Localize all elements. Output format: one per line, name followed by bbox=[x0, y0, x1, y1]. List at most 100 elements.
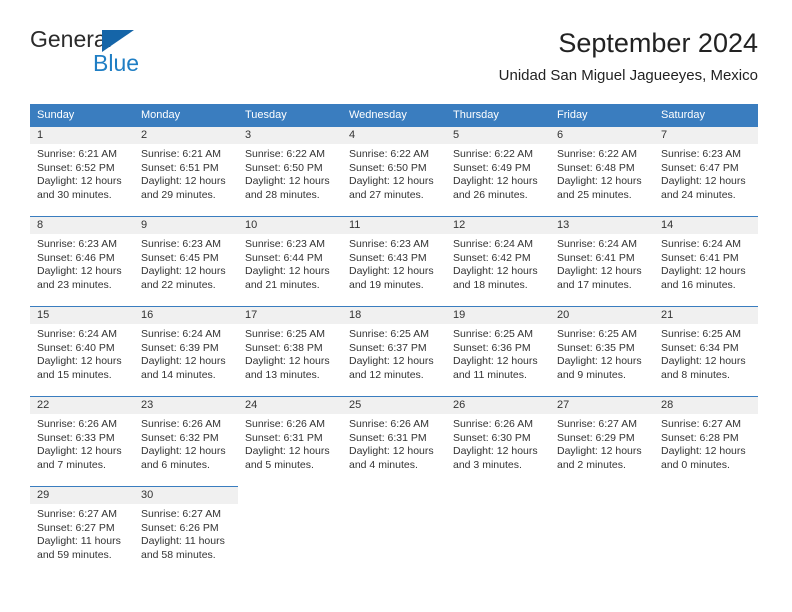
page-header: General Blue September 2024 Unidad San M… bbox=[30, 26, 758, 96]
day-number: 11 bbox=[342, 217, 446, 234]
day-cell[interactable]: 8 Sunrise: 6:23 AM Sunset: 6:46 PM Dayli… bbox=[30, 216, 134, 306]
day-cell[interactable]: 22 Sunrise: 6:26 AM Sunset: 6:33 PM Dayl… bbox=[30, 396, 134, 486]
title-block: September 2024 Unidad San Miguel Jagueey… bbox=[499, 26, 758, 85]
weekday-header-friday: Friday bbox=[550, 104, 654, 126]
day-details: Sunrise: 6:26 AM Sunset: 6:31 PM Dayligh… bbox=[342, 414, 446, 472]
day-number: 24 bbox=[238, 397, 342, 414]
day-cell[interactable]: 16 Sunrise: 6:24 AM Sunset: 6:39 PM Dayl… bbox=[134, 306, 238, 396]
day-cell[interactable]: 19 Sunrise: 6:25 AM Sunset: 6:36 PM Dayl… bbox=[446, 306, 550, 396]
day-cell[interactable]: 11 Sunrise: 6:23 AM Sunset: 6:43 PM Dayl… bbox=[342, 216, 446, 306]
day-cell[interactable]: 5 Sunrise: 6:22 AM Sunset: 6:49 PM Dayli… bbox=[446, 126, 550, 216]
daylight-text-line1: Daylight: 12 hours bbox=[661, 355, 746, 367]
sunset-text: Sunset: 6:48 PM bbox=[557, 161, 635, 174]
day-cell[interactable]: 1 Sunrise: 6:21 AM Sunset: 6:52 PM Dayli… bbox=[30, 126, 134, 216]
day-cell[interactable]: 27 Sunrise: 6:27 AM Sunset: 6:29 PM Dayl… bbox=[550, 396, 654, 486]
sunset-text: Sunset: 6:37 PM bbox=[349, 341, 427, 354]
daylight-text-line1: Daylight: 12 hours bbox=[453, 175, 538, 187]
day-number: 25 bbox=[342, 397, 446, 414]
day-cell[interactable]: 4 Sunrise: 6:22 AM Sunset: 6:50 PM Dayli… bbox=[342, 126, 446, 216]
daylight-text-line2: and 15 minutes. bbox=[37, 368, 112, 381]
daylight-text-line1: Daylight: 12 hours bbox=[661, 445, 746, 457]
daylight-text-line2: and 2 minutes. bbox=[557, 458, 626, 471]
day-number: 27 bbox=[550, 397, 654, 414]
sunset-text: Sunset: 6:47 PM bbox=[661, 161, 739, 174]
day-cell[interactable]: 29 Sunrise: 6:27 AM Sunset: 6:27 PM Dayl… bbox=[30, 486, 134, 576]
day-number: 17 bbox=[238, 307, 342, 324]
day-number: 1 bbox=[30, 127, 134, 144]
day-details: Sunrise: 6:21 AM Sunset: 6:51 PM Dayligh… bbox=[134, 144, 238, 202]
day-cell[interactable]: 30 Sunrise: 6:27 AM Sunset: 6:26 PM Dayl… bbox=[134, 486, 238, 576]
day-number: 12 bbox=[446, 217, 550, 234]
sunrise-text: Sunrise: 6:25 AM bbox=[245, 328, 325, 340]
sunset-text: Sunset: 6:35 PM bbox=[557, 341, 635, 354]
daylight-text-line2: and 23 minutes. bbox=[37, 278, 112, 291]
sunset-text: Sunset: 6:31 PM bbox=[245, 431, 323, 444]
day-cell[interactable]: 10 Sunrise: 6:23 AM Sunset: 6:44 PM Dayl… bbox=[238, 216, 342, 306]
weekday-header-wednesday: Wednesday bbox=[342, 104, 446, 126]
daylight-text-line2: and 18 minutes. bbox=[453, 278, 528, 291]
daylight-text-line2: and 0 minutes. bbox=[661, 458, 730, 471]
sunset-text: Sunset: 6:42 PM bbox=[453, 251, 531, 264]
day-cell-empty bbox=[446, 486, 550, 576]
day-cell[interactable]: 2 Sunrise: 6:21 AM Sunset: 6:51 PM Dayli… bbox=[134, 126, 238, 216]
sunset-text: Sunset: 6:46 PM bbox=[37, 251, 115, 264]
day-cell[interactable]: 13 Sunrise: 6:24 AM Sunset: 6:41 PM Dayl… bbox=[550, 216, 654, 306]
daylight-text-line1: Daylight: 12 hours bbox=[349, 355, 434, 367]
day-cell[interactable]: 14 Sunrise: 6:24 AM Sunset: 6:41 PM Dayl… bbox=[654, 216, 758, 306]
daylight-text-line1: Daylight: 12 hours bbox=[141, 175, 226, 187]
day-cell[interactable]: 20 Sunrise: 6:25 AM Sunset: 6:35 PM Dayl… bbox=[550, 306, 654, 396]
sunrise-text: Sunrise: 6:26 AM bbox=[37, 418, 117, 430]
day-cell[interactable]: 9 Sunrise: 6:23 AM Sunset: 6:45 PM Dayli… bbox=[134, 216, 238, 306]
sunset-text: Sunset: 6:43 PM bbox=[349, 251, 427, 264]
daylight-text-line1: Daylight: 12 hours bbox=[453, 445, 538, 457]
general-blue-logo: General Blue bbox=[30, 26, 210, 82]
day-number: 6 bbox=[550, 127, 654, 144]
weekday-header-sunday: Sunday bbox=[30, 104, 134, 126]
daylight-text-line2: and 11 minutes. bbox=[453, 368, 527, 381]
day-number: 3 bbox=[238, 127, 342, 144]
page-subtitle: Unidad San Miguel Jagueeyes, Mexico bbox=[498, 67, 758, 84]
day-cell[interactable]: 3 Sunrise: 6:22 AM Sunset: 6:50 PM Dayli… bbox=[238, 126, 342, 216]
sunset-text: Sunset: 6:50 PM bbox=[349, 161, 427, 174]
day-number: 10 bbox=[238, 217, 342, 234]
sunset-text: Sunset: 6:51 PM bbox=[141, 161, 219, 174]
day-cell[interactable]: 21 Sunrise: 6:25 AM Sunset: 6:34 PM Dayl… bbox=[654, 306, 758, 396]
sunset-text: Sunset: 6:27 PM bbox=[37, 521, 115, 534]
day-cell[interactable]: 17 Sunrise: 6:25 AM Sunset: 6:38 PM Dayl… bbox=[238, 306, 342, 396]
daylight-text-line1: Daylight: 12 hours bbox=[349, 175, 434, 187]
daylight-text-line2: and 14 minutes. bbox=[141, 368, 216, 381]
day-cell[interactable]: 15 Sunrise: 6:24 AM Sunset: 6:40 PM Dayl… bbox=[30, 306, 134, 396]
sunset-text: Sunset: 6:34 PM bbox=[661, 341, 739, 354]
daylight-text-line2: and 13 minutes. bbox=[245, 368, 320, 381]
day-cell-empty bbox=[342, 486, 446, 576]
day-details: Sunrise: 6:24 AM Sunset: 6:41 PM Dayligh… bbox=[654, 234, 758, 292]
day-cell[interactable]: 23 Sunrise: 6:26 AM Sunset: 6:32 PM Dayl… bbox=[134, 396, 238, 486]
day-cell[interactable]: 7 Sunrise: 6:23 AM Sunset: 6:47 PM Dayli… bbox=[654, 126, 758, 216]
daylight-text-line2: and 21 minutes. bbox=[245, 278, 320, 291]
daylight-text-line2: and 7 minutes. bbox=[37, 458, 106, 471]
day-details: Sunrise: 6:27 AM Sunset: 6:27 PM Dayligh… bbox=[30, 504, 134, 562]
logo-text-general: General bbox=[30, 26, 112, 52]
week-row: 1 Sunrise: 6:21 AM Sunset: 6:52 PM Dayli… bbox=[30, 126, 758, 216]
sunrise-text: Sunrise: 6:25 AM bbox=[349, 328, 429, 340]
day-number bbox=[238, 487, 342, 504]
day-cell[interactable]: 25 Sunrise: 6:26 AM Sunset: 6:31 PM Dayl… bbox=[342, 396, 446, 486]
weekday-header-thursday: Thursday bbox=[446, 104, 550, 126]
sunrise-text: Sunrise: 6:27 AM bbox=[37, 508, 117, 520]
daylight-text-line1: Daylight: 12 hours bbox=[557, 355, 642, 367]
sunset-text: Sunset: 6:29 PM bbox=[557, 431, 635, 444]
day-details: Sunrise: 6:25 AM Sunset: 6:38 PM Dayligh… bbox=[238, 324, 342, 382]
day-cell[interactable]: 12 Sunrise: 6:24 AM Sunset: 6:42 PM Dayl… bbox=[446, 216, 550, 306]
sunset-text: Sunset: 6:40 PM bbox=[37, 341, 115, 354]
sunrise-text: Sunrise: 6:26 AM bbox=[141, 418, 221, 430]
day-cell[interactable]: 6 Sunrise: 6:22 AM Sunset: 6:48 PM Dayli… bbox=[550, 126, 654, 216]
day-cell[interactable]: 26 Sunrise: 6:26 AM Sunset: 6:30 PM Dayl… bbox=[446, 396, 550, 486]
day-cell[interactable]: 24 Sunrise: 6:26 AM Sunset: 6:31 PM Dayl… bbox=[238, 396, 342, 486]
day-cell[interactable]: 28 Sunrise: 6:27 AM Sunset: 6:28 PM Dayl… bbox=[654, 396, 758, 486]
daylight-text-line2: and 58 minutes. bbox=[141, 548, 216, 561]
day-number: 30 bbox=[134, 487, 238, 504]
sunrise-text: Sunrise: 6:23 AM bbox=[245, 238, 325, 250]
day-cell[interactable]: 18 Sunrise: 6:25 AM Sunset: 6:37 PM Dayl… bbox=[342, 306, 446, 396]
day-number bbox=[342, 487, 446, 504]
day-details: Sunrise: 6:21 AM Sunset: 6:52 PM Dayligh… bbox=[30, 144, 134, 202]
